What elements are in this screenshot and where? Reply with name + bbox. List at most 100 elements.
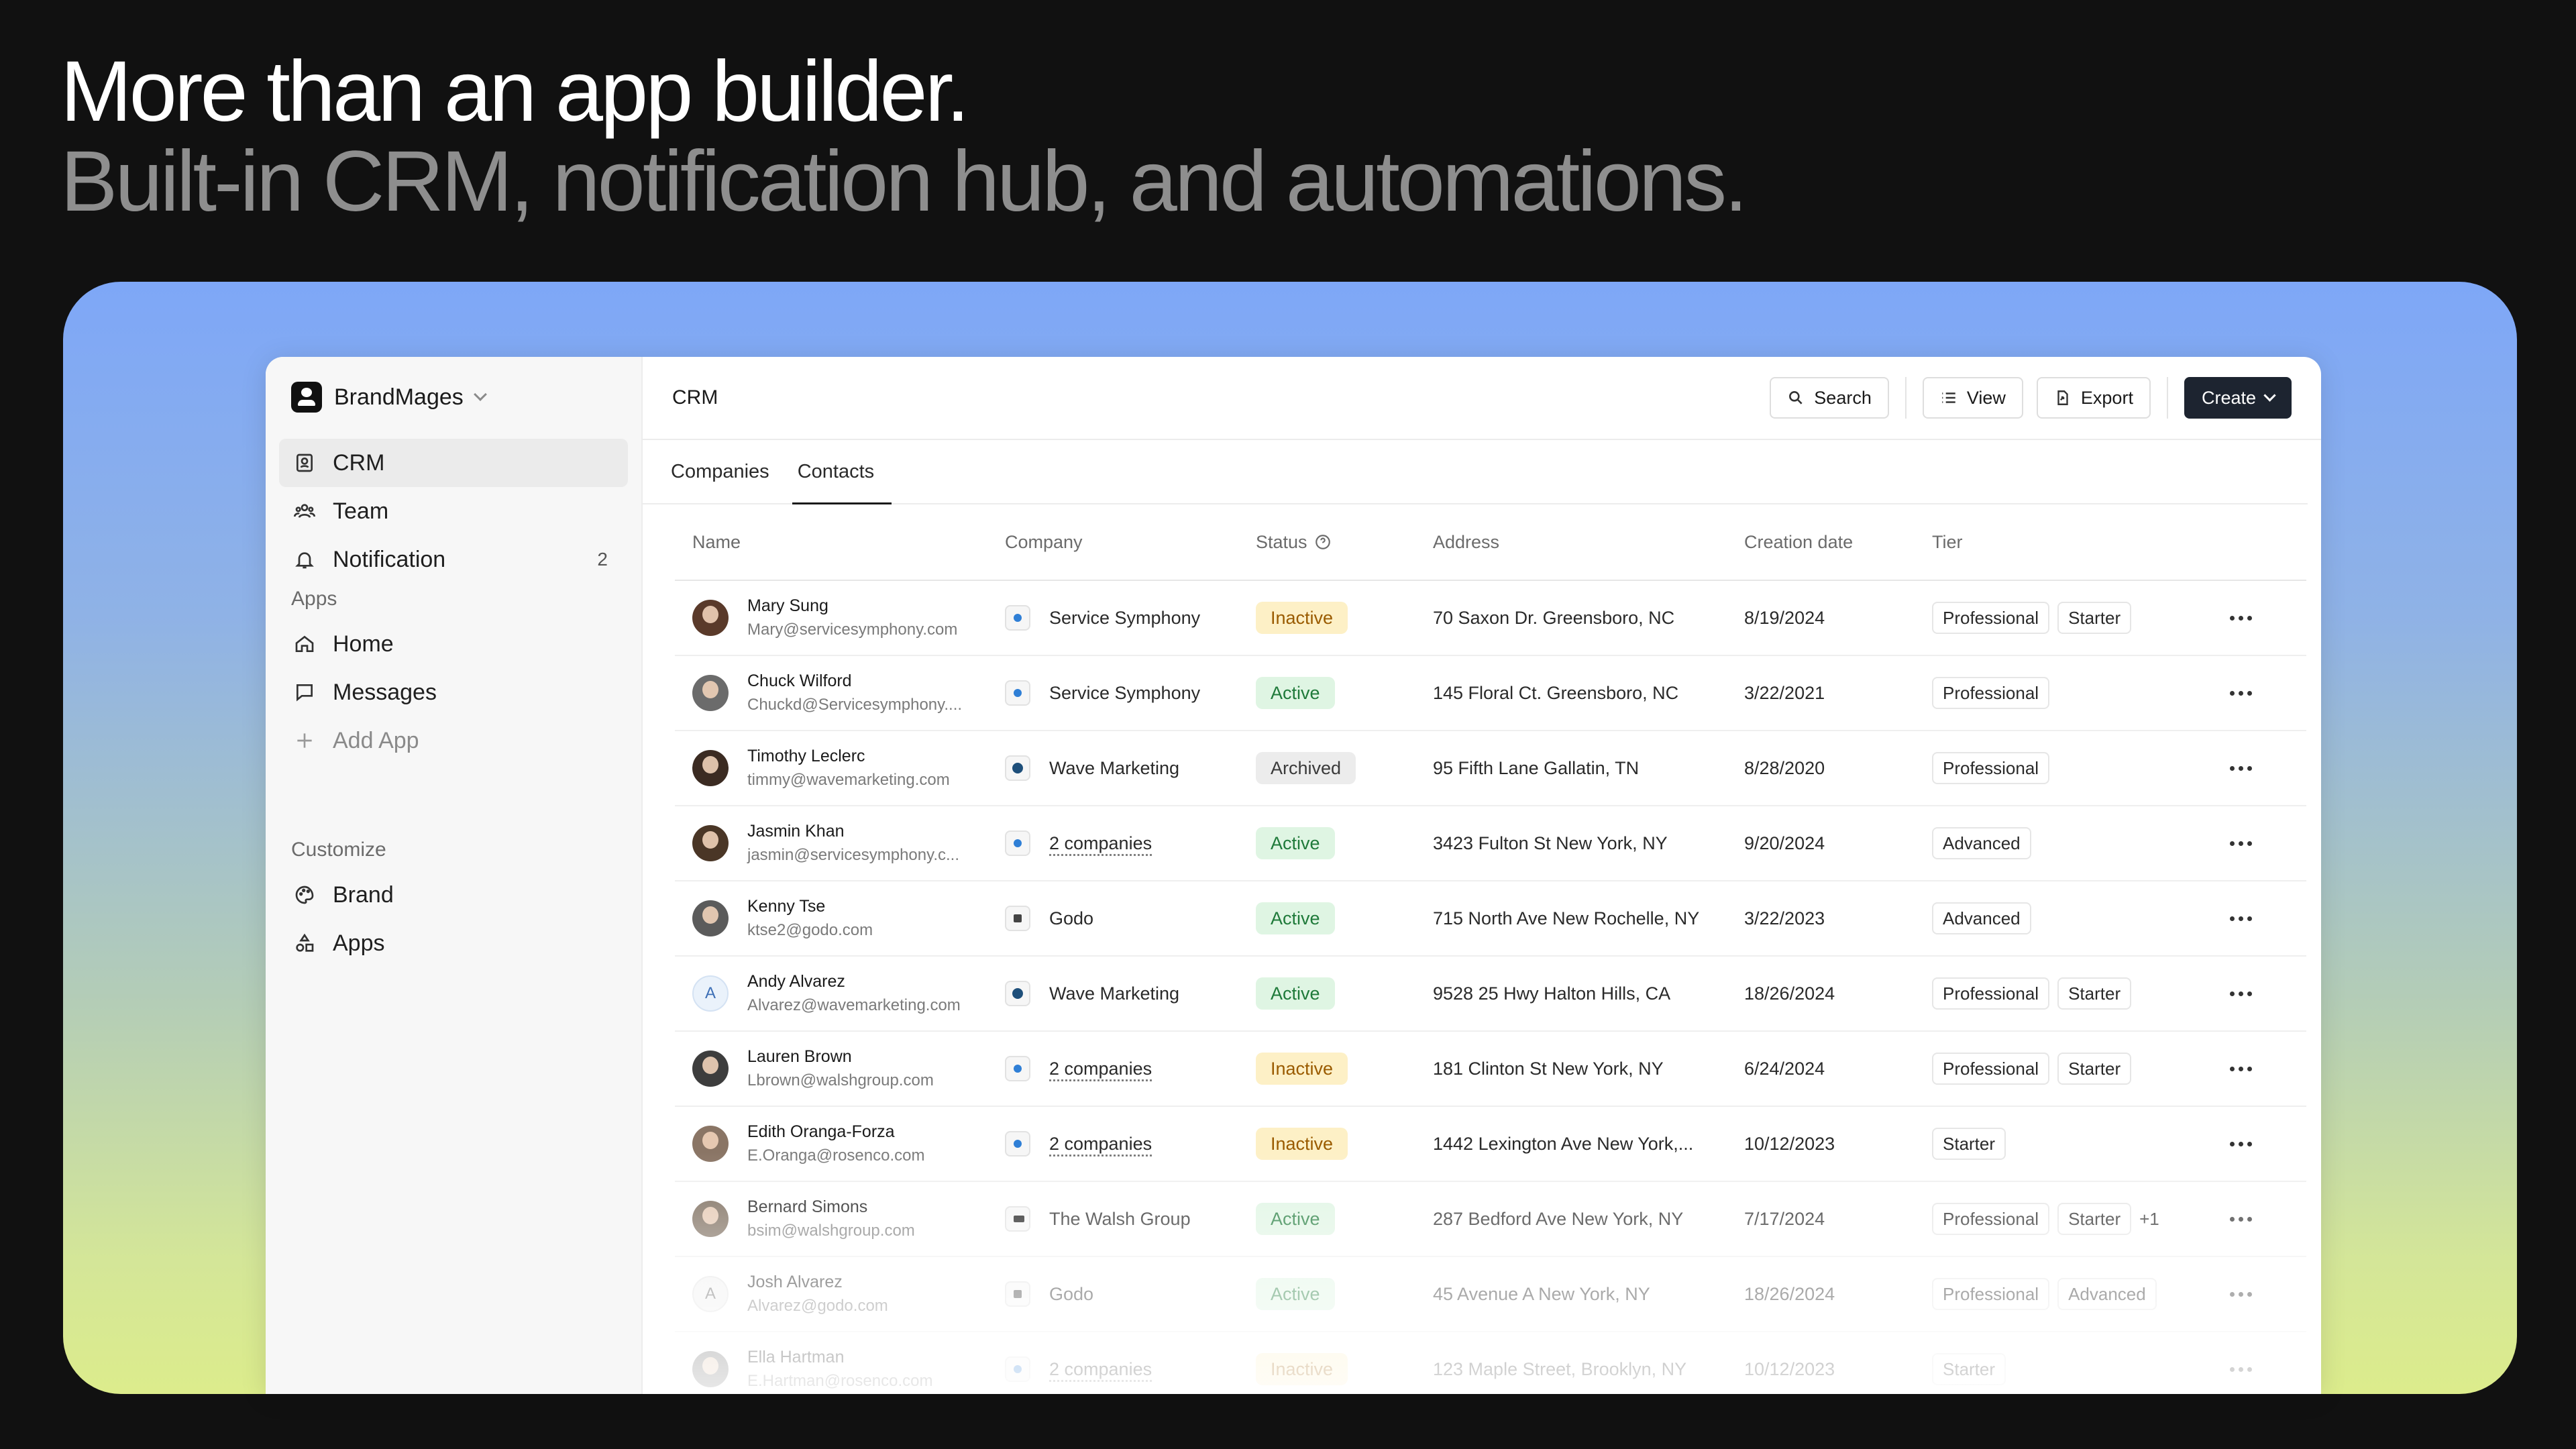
- help-circle-icon[interactable]: [1314, 533, 1332, 551]
- person-info: Josh Alvarez Alvarez@godo.com: [747, 1270, 888, 1318]
- contact-name[interactable]: Mary Sung: [747, 594, 957, 618]
- contact-name[interactable]: Lauren Brown: [747, 1044, 934, 1069]
- sidebar-item-label: Add App: [333, 727, 419, 753]
- list-icon: [1942, 392, 1955, 403]
- row-actions-button[interactable]: [2220, 615, 2261, 621]
- cell-address: 287 Bedford Ave New York, NY: [1433, 1208, 1684, 1229]
- tier-tag: Starter: [2057, 1053, 2132, 1085]
- workspace-switcher[interactable]: BrandMages: [291, 380, 487, 415]
- tier-tag: Professional: [1932, 677, 2050, 709]
- row-actions-button[interactable]: [2220, 991, 2261, 996]
- table-row[interactable]: Timothy Leclerc timmy@wavemarketing.com …: [675, 731, 2306, 806]
- company-name[interactable]: 2 companies: [1049, 1359, 1152, 1380]
- table-row[interactable]: Bernard Simons bsim@walshgroup.com The W…: [675, 1182, 2306, 1257]
- table-row[interactable]: Kenny Tse ktse2@godo.com Godo Active 715…: [675, 881, 2306, 957]
- search-button[interactable]: Search: [1770, 377, 1889, 419]
- sidebar-item-brand[interactable]: Brand: [279, 871, 628, 919]
- cell-creation-date: 18/26/2024: [1744, 1283, 1835, 1304]
- tab-contacts[interactable]: Contacts: [792, 440, 892, 504]
- cell-name: Edith Oranga-Forza E.Oranga@rosenco.com: [675, 1120, 1005, 1168]
- more-horizontal-icon: [2229, 765, 2252, 771]
- search-button-label: Search: [1814, 387, 1872, 408]
- row-actions-button[interactable]: [2220, 1216, 2261, 1222]
- sidebar: BrandMages CRM Team Notification 2 Apps …: [266, 357, 643, 1394]
- table-row[interactable]: A Andy Alvarez Alvarez@wavemarketing.com…: [675, 957, 2306, 1032]
- sidebar-item-crm[interactable]: CRM: [279, 439, 628, 487]
- avatar: [692, 1201, 729, 1237]
- row-actions-button[interactable]: [2220, 841, 2261, 846]
- cell-company: Service Symphony: [1005, 680, 1256, 706]
- company-name[interactable]: 2 companies: [1049, 1059, 1152, 1079]
- toolbar-divider: [1904, 377, 1907, 419]
- avatar: [692, 1051, 729, 1087]
- table-row[interactable]: A Josh Alvarez Alvarez@godo.com Godo Act…: [675, 1257, 2306, 1332]
- contact-name[interactable]: Kenny Tse: [747, 894, 873, 918]
- sidebar-item-label: Team: [333, 498, 389, 524]
- company-name: Wave Marketing: [1049, 757, 1180, 778]
- cell-address: 181 Clinton St New York, NY: [1433, 1058, 1664, 1079]
- table-row[interactable]: Jasmin Khan jasmin@servicesymphony.c... …: [675, 806, 2306, 881]
- cell-name: Ella Hartman E.Hartman@rosenco.com: [675, 1345, 1005, 1393]
- contact-name[interactable]: Ella Hartman: [747, 1345, 932, 1369]
- sidebar-item-add-app[interactable]: Add App: [279, 716, 628, 765]
- company-logo-icon: [1005, 1356, 1030, 1382]
- export-button[interactable]: Export: [2036, 377, 2151, 419]
- cell-address: 123 Maple Street, Brooklyn, NY: [1433, 1358, 1687, 1379]
- column-header-address[interactable]: Address: [1433, 532, 1744, 553]
- sidebar-item-messages[interactable]: Messages: [279, 668, 628, 716]
- row-actions-button[interactable]: [2220, 1366, 2261, 1372]
- contact-name[interactable]: Josh Alvarez: [747, 1270, 888, 1294]
- table-row[interactable]: Chuck Wilford Chuckd@Servicesymphony....…: [675, 656, 2306, 731]
- cell-creation-date: 3/22/2023: [1744, 908, 1825, 928]
- row-actions-button[interactable]: [2220, 1291, 2261, 1297]
- row-actions-button[interactable]: [2220, 1066, 2261, 1071]
- row-actions-button[interactable]: [2220, 916, 2261, 921]
- column-header-company[interactable]: Company: [1005, 532, 1256, 553]
- view-button[interactable]: View: [1922, 377, 2023, 419]
- cell-status: Inactive: [1256, 1128, 1433, 1160]
- contact-name[interactable]: Chuck Wilford: [747, 669, 962, 693]
- row-actions-button[interactable]: [2220, 690, 2261, 696]
- status-badge: Active: [1256, 827, 1335, 859]
- row-actions-button[interactable]: [2220, 1141, 2261, 1146]
- topbar: CRM Search View Export Create: [643, 357, 2321, 440]
- company-name: Service Symphony: [1049, 607, 1201, 628]
- cell-status: Active: [1256, 977, 1433, 1010]
- column-header-tier[interactable]: Tier: [1932, 532, 2220, 553]
- more-horizontal-icon: [2229, 916, 2252, 921]
- company-name[interactable]: 2 companies: [1049, 1134, 1152, 1155]
- table-header: Name Company Status Address Creation dat…: [675, 504, 2306, 581]
- tier-overflow-count[interactable]: +1: [2139, 1209, 2159, 1230]
- contact-name[interactable]: Andy Alvarez: [747, 969, 961, 994]
- chevron-down-icon: [473, 388, 487, 401]
- cell-status: Inactive: [1256, 602, 1433, 634]
- table-row[interactable]: Edith Oranga-Forza E.Oranga@rosenco.com …: [675, 1107, 2306, 1182]
- tab-companies[interactable]: Companies: [671, 440, 769, 503]
- column-header-name[interactable]: Name: [675, 532, 1005, 553]
- cell-creation-date: 10/12/2023: [1744, 1133, 1835, 1154]
- column-header-creation-date[interactable]: Creation date: [1744, 532, 1932, 553]
- company-name[interactable]: 2 companies: [1049, 833, 1152, 854]
- home-icon: [294, 633, 315, 655]
- table-row[interactable]: Ella Hartman E.Hartman@rosenco.com 2 com…: [675, 1332, 2306, 1394]
- table-row[interactable]: Lauren Brown Lbrown@walshgroup.com 2 com…: [675, 1032, 2306, 1107]
- contact-name[interactable]: Edith Oranga-Forza: [747, 1120, 924, 1144]
- contact-name[interactable]: Timothy Leclerc: [747, 744, 950, 768]
- column-header-status[interactable]: Status: [1256, 532, 1433, 553]
- cell-tier: Professional: [1932, 677, 2220, 709]
- sidebar-item-home[interactable]: Home: [279, 620, 628, 668]
- sidebar-item-team[interactable]: Team: [279, 487, 628, 535]
- company-logo-icon: [1005, 755, 1030, 781]
- avatar: [692, 900, 729, 936]
- contact-email: Mary@servicesymphony.com: [747, 621, 958, 639]
- contact-name[interactable]: Bernard Simons: [747, 1195, 915, 1219]
- contact-name[interactable]: Jasmin Khan: [747, 819, 959, 843]
- create-button[interactable]: Create: [2184, 377, 2292, 419]
- person-info: Kenny Tse ktse2@godo.com: [747, 894, 873, 943]
- company-name: Service Symphony: [1049, 682, 1201, 703]
- sidebar-item-apps[interactable]: Apps: [279, 919, 628, 967]
- more-horizontal-icon: [2229, 615, 2252, 621]
- table-row[interactable]: Mary Sung Mary@servicesymphony.com Servi…: [675, 581, 2306, 656]
- row-actions-button[interactable]: [2220, 765, 2261, 771]
- sidebar-item-notification[interactable]: Notification 2: [279, 535, 628, 584]
